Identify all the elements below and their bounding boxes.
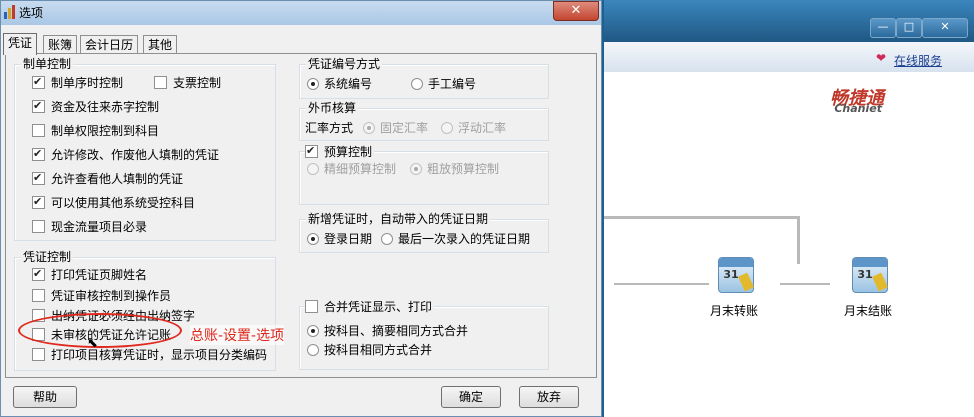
checkbox-project-code[interactable]: 打印项目核算凭证时，显示项目分类编码 [32,347,267,363]
dialog-titlebar: 选项 ✕ [1,1,601,25]
options-dialog: 选项 ✕ 凭证 账簿 会计日历 其他 制单控制 制单序时控制 支票控制 资金及往… [0,0,602,417]
checkbox-deficit-control[interactable]: 资金及往来赤字控制 [32,98,159,115]
radio-fine-budget[interactable]: 精细预算控制 [307,161,396,177]
close-window-button[interactable]: ✕ [922,18,968,38]
radio-last-entry-date[interactable]: 最后一次录入的凭证日期 [381,231,530,247]
checkbox-cheque-control[interactable]: 支票控制 [154,75,221,91]
month-end-transfer-label[interactable]: 月末转账 [710,302,758,319]
radio-manual-number[interactable]: 手工编号 [411,76,476,92]
checkbox-permission-subject[interactable]: 制单权限控制到科目 [32,123,159,139]
radio-system-number[interactable]: 系统编号 [307,76,372,92]
brand-bar [604,72,974,113]
group-title: 制单控制 [21,57,74,71]
group-title: 外币核算 [306,101,359,115]
maximize-button[interactable]: □ [896,18,922,38]
checkbox-budget-control[interactable]: 预算控制 [305,143,375,160]
mouse-cursor-icon: ⬉ [87,336,98,351]
flow-arrow [780,283,830,285]
annotation-highlight-oval [18,313,182,348]
radio-merge-subject-summary[interactable]: 按科目、摘要相同方式合并 [307,323,468,339]
radio-login-date[interactable]: 登录日期 [307,231,372,247]
checkbox-allow-view-others[interactable]: 允许查看他人填制的凭证 [32,170,183,187]
online-service-link[interactable]: 在线服务 [894,52,942,69]
tab-zhangbu[interactable]: 账簿 [43,35,78,54]
group-title: 凭证编号方式 [306,57,383,71]
tab-calendar[interactable]: 会计日历 [80,35,139,54]
checkbox-serial-control[interactable]: 制单序时控制 [32,74,123,91]
checkbox-allow-modify-others[interactable]: 允许修改、作废他人填制的凭证 [32,146,219,163]
radio-merge-subject[interactable]: 按科目相同方式合并 [307,342,432,358]
flow-arrow [614,283,709,285]
tab-other[interactable]: 其他 [143,35,178,54]
app-icon [4,5,16,19]
annotation-text: 总账-设置-选项 [190,325,285,345]
close-button[interactable]: ✕ [553,1,599,21]
radio-fixed-rate[interactable]: 固定汇率 [363,120,428,136]
group-title: 新增凭证时，自动带入的凭证日期 [306,212,491,226]
tab-pingzheng[interactable]: 凭证 [3,33,38,55]
help-button[interactable]: 帮助 [13,386,77,408]
workflow-canvas: 31 31 月末转账 月末结账 [604,112,974,417]
ok-button[interactable]: 确定 [441,386,501,408]
flow-line [604,216,800,219]
cancel-button[interactable]: 放弃 [519,386,579,408]
month-end-transfer-icon[interactable]: 31 [718,257,754,293]
checkbox-audit-operator[interactable]: 凭证审核控制到操作员 [32,288,171,304]
group-title: 凭证控制 [21,250,74,264]
minimize-button[interactable]: — [870,18,896,38]
checkbox-controlled-subjects[interactable]: 可以使用其他系统受控科目 [32,194,195,211]
flow-line [797,216,800,264]
checkbox-print-footer-name[interactable]: 打印凭证页脚姓名 [32,266,147,283]
radio-floating-rate[interactable]: 浮动汇率 [441,120,506,136]
online-service-icon: ❤ [875,51,886,65]
radio-rough-budget[interactable]: 粗放预算控制 [410,161,499,177]
month-end-close-icon[interactable]: 31 [852,257,888,293]
checkbox-merge-display[interactable]: 合并凭证显示、打印 [305,299,435,315]
checkbox-cashflow-required[interactable]: 现金流量项目必录 [32,219,147,235]
month-end-close-label[interactable]: 月末结账 [844,302,892,319]
rate-mode-label: 汇率方式 [305,121,354,135]
dialog-title: 选项 [19,6,44,20]
